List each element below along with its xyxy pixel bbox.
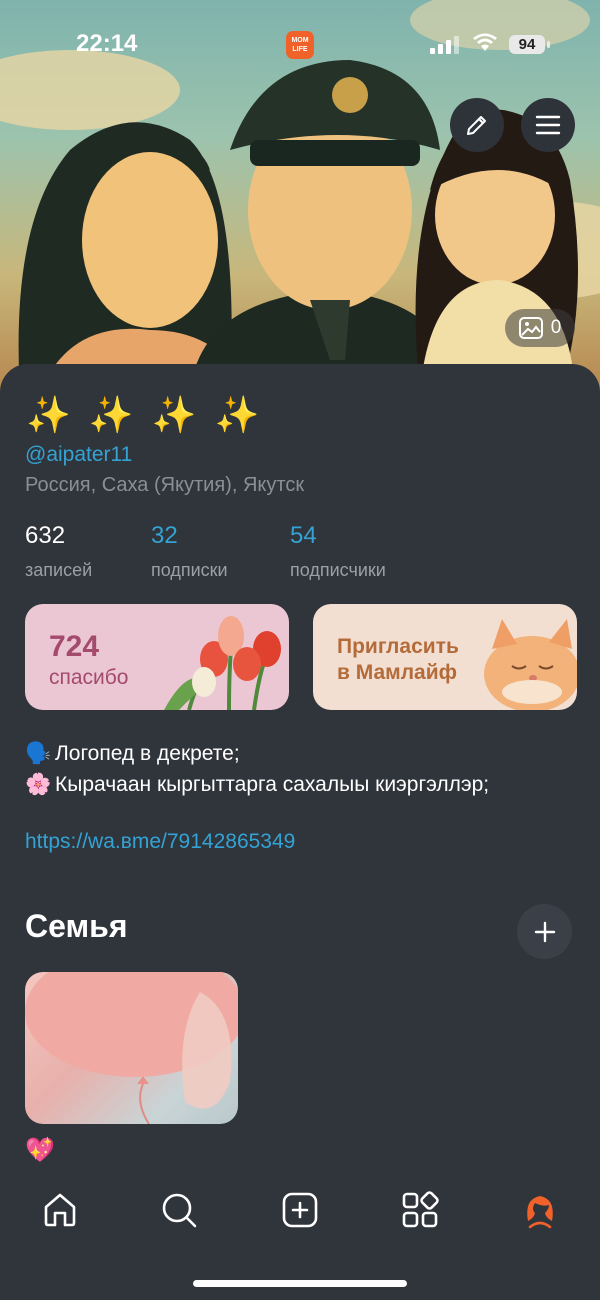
bio-line-2-text: Кырачаан кыргыттарга сахалыы киэргэллэр;: [55, 773, 490, 796]
balloon-photo: [25, 972, 238, 1124]
battery-indicator: 94: [509, 35, 550, 54]
cover-photos-badge[interactable]: 0: [505, 309, 575, 347]
tulips-illustration: [164, 616, 281, 710]
family-section-title: Семья: [25, 908, 128, 944]
stat-following-label: подписки: [151, 560, 228, 580]
kitten-illustration: [484, 619, 577, 710]
edit-profile-button[interactable]: [450, 98, 504, 152]
invite-label-line2: в Мамлайф: [337, 661, 458, 684]
bio-line-1-text: Логопед в декрете;: [55, 742, 240, 765]
stat-following[interactable]: 32 подписки: [151, 522, 228, 581]
tab-home[interactable]: [40, 1190, 80, 1230]
profile-icon: [527, 1196, 553, 1229]
stat-following-value: 32: [151, 522, 178, 549]
tab-profile[interactable]: [520, 1190, 560, 1230]
profile-sheet: ✨ ✨ ✨ ✨ @aipater11 Россия, Саха (Якутия)…: [0, 364, 600, 1300]
bio: 🗣️ Логопед в декрете; 🌸 Кырачаан кыргыттар…: [25, 738, 489, 800]
thanks-count: 724: [49, 630, 100, 663]
status-time: 22:14: [76, 30, 138, 57]
create-icon: [282, 1192, 318, 1228]
tab-bar: [0, 1180, 600, 1250]
add-album-button[interactable]: [517, 904, 572, 959]
username[interactable]: @aipater11: [25, 443, 132, 467]
speaking-head-icon: 🗣️: [25, 742, 52, 765]
cover-photos-count: 0: [550, 317, 562, 338]
status-bar: 22:14 MOM LIFE 94: [0, 0, 600, 88]
image-icon: [518, 317, 543, 339]
profile-screen: 22:14 MOM LIFE 94 0 ✨ ✨ ✨ ✨ @aipater11 Р…: [0, 0, 600, 1300]
stat-posts-label: записей: [25, 560, 93, 580]
stat-posts-value: 632: [25, 522, 66, 549]
menu-button[interactable]: [521, 98, 575, 152]
momlife-app-icon: MOM LIFE: [286, 31, 314, 59]
invite-card[interactable]: Пригласить в Мамлайф: [313, 604, 577, 710]
tab-search[interactable]: [159, 1190, 199, 1230]
cellular-signal-icon: [430, 36, 459, 54]
tab-create[interactable]: [280, 1190, 320, 1230]
stat-followers-label: подписчики: [290, 560, 386, 580]
bio-line-2: 🌸 Кырачаан кыргыттарга сахалыы киэргэллэр…: [25, 769, 489, 800]
stat-posts[interactable]: 632 записей: [25, 522, 92, 581]
invite-label-line1: Пригласить: [337, 635, 459, 658]
blossom-icon: 🌸: [25, 773, 52, 796]
hamburger-menu-icon: [535, 115, 561, 135]
stat-followers[interactable]: 54 подписчики: [290, 522, 386, 581]
location: Россия, Саха (Якутия), Якутск: [25, 474, 305, 496]
invite-label: Пригласить в Мамлайф: [337, 634, 487, 686]
stat-followers-value: 54: [290, 522, 317, 549]
album-label: 💖: [25, 1137, 55, 1164]
thanks-card[interactable]: 724 спасибо: [25, 604, 289, 710]
tab-catalog[interactable]: [400, 1190, 440, 1230]
bio-line-1: 🗣️ Логопед в декрете;: [25, 738, 489, 769]
search-icon: [162, 1193, 197, 1228]
wifi-icon: [473, 33, 497, 51]
home-indicator[interactable]: [193, 1280, 407, 1287]
thanks-label: спасибо: [49, 666, 129, 689]
pencil-icon: [467, 116, 486, 135]
bio-link[interactable]: https://wa.вme/79142865349: [25, 830, 295, 854]
family-album-thumbnail[interactable]: [25, 972, 238, 1124]
home-icon: [44, 1193, 76, 1227]
catalog-icon: [402, 1191, 439, 1228]
plus-icon: [534, 921, 555, 942]
display-name: ✨ ✨ ✨ ✨: [26, 394, 264, 435]
